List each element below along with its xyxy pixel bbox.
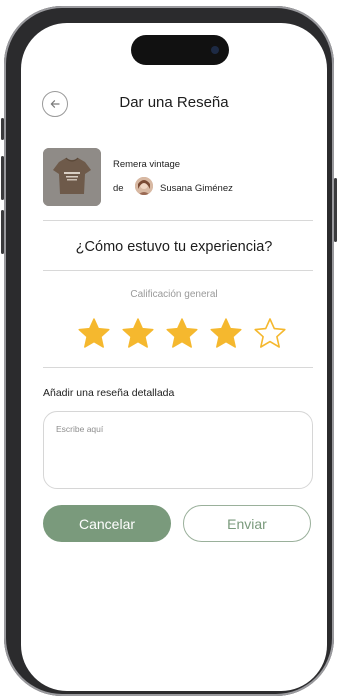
divider <box>43 270 313 271</box>
product-name: Remera vintage <box>113 159 181 170</box>
side-button-left-2 <box>1 156 4 200</box>
experience-question: ¿Cómo estuvo tu experiencia? <box>75 239 273 255</box>
phone-frame: Dar una Reseña Remera vintage de Susana … <box>1 6 337 696</box>
rating-label: Calificación general <box>130 289 218 300</box>
divider <box>43 220 313 221</box>
camera-icon <box>211 46 219 54</box>
product-image <box>43 148 101 206</box>
star-filled-icon[interactable] <box>209 317 243 351</box>
review-label: Añadir una reseña detallada <box>43 387 175 399</box>
star-rating <box>77 317 287 351</box>
side-button-left-1 <box>1 118 4 140</box>
review-textarea[interactable] <box>43 411 313 489</box>
screen: Dar una Reseña Remera vintage de Susana … <box>21 23 327 691</box>
dynamic-island <box>131 35 229 65</box>
seller-name: Susana Giménez <box>160 183 233 194</box>
divider <box>43 367 313 368</box>
star-filled-icon[interactable] <box>165 317 199 351</box>
page-title: Dar una Reseña <box>119 94 229 111</box>
product-card: Remera vintage de Susana Giménez <box>43 148 313 208</box>
side-button-right <box>334 178 337 242</box>
header: Dar una Reseña <box>21 87 327 119</box>
side-button-left-3 <box>1 210 4 254</box>
star-empty-icon[interactable] <box>253 317 287 351</box>
star-filled-icon[interactable] <box>77 317 111 351</box>
avatar <box>135 177 153 195</box>
cancel-button[interactable]: Cancelar <box>43 505 171 542</box>
star-filled-icon[interactable] <box>121 317 155 351</box>
submit-button[interactable]: Enviar <box>183 505 311 542</box>
seller-prefix: de <box>113 183 124 194</box>
